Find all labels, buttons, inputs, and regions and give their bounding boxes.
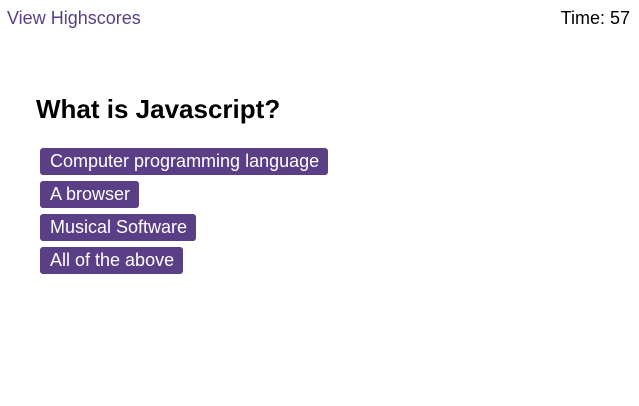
answer-button-all-of-the-above[interactable]: All of the above [40, 247, 184, 274]
question-title: What is Javascript? [36, 94, 281, 124]
answer-button-a-browser[interactable]: A browser [40, 181, 140, 208]
answer-button-musical-software[interactable]: Musical Software [40, 214, 197, 241]
top-bar: View Highscores Time: 57 [0, 0, 639, 36]
quiz-panel: What is Javascript? Computer programming… [36, 93, 596, 280]
timer-label: Time: [560, 8, 605, 28]
timer: Time: 57 [561, 8, 630, 28]
answer-button-computer-programming-language[interactable]: Computer programming language [40, 148, 329, 175]
view-highscores-link[interactable]: View Highscores [7, 8, 141, 28]
answer-list: Computer programming language A browser … [40, 148, 596, 274]
timer-value: 57 [609, 8, 630, 28]
